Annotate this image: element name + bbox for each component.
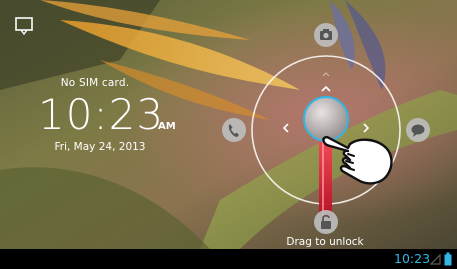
lock-clock-ampm: AM bbox=[158, 121, 176, 132]
unlock-hint: Drag to unlock bbox=[286, 236, 364, 248]
lock-date: Fri, May 24, 2013 bbox=[54, 141, 146, 153]
signal-icon bbox=[430, 254, 441, 265]
screen-cast-icon bbox=[15, 17, 33, 36]
status-bar bbox=[0, 249, 457, 269]
messaging-icon[interactable] bbox=[405, 117, 431, 143]
phone-icon[interactable] bbox=[221, 117, 247, 143]
status-bar-time: 10:23 bbox=[394, 251, 431, 266]
battery-icon bbox=[444, 252, 452, 266]
sim-status: No SIM card. bbox=[60, 77, 130, 89]
camera-icon[interactable] bbox=[313, 22, 339, 48]
unlock-icon[interactable] bbox=[313, 209, 339, 235]
lock-screen: No SIM card. 10:23 AM Fri, May 24, 2013 … bbox=[0, 0, 457, 269]
hand-pointer-icon bbox=[322, 136, 393, 185]
lock-clock: 10:23 bbox=[38, 90, 165, 139]
